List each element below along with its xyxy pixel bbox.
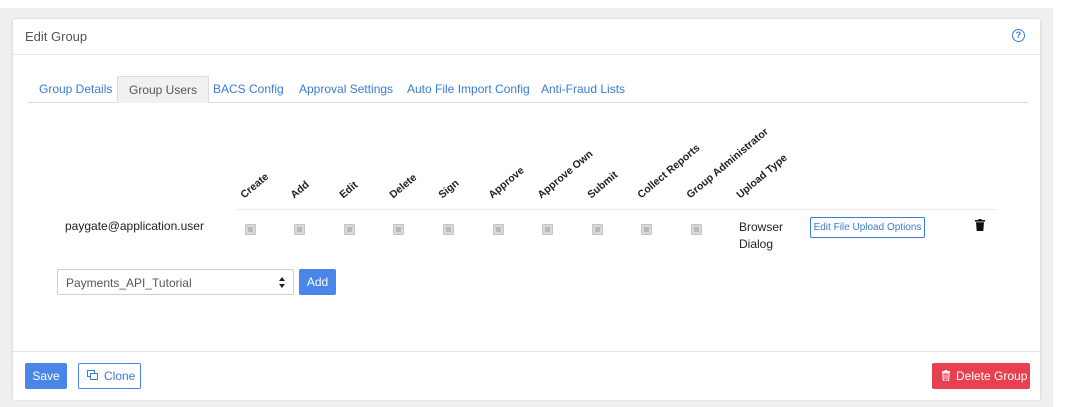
checkbox-create[interactable] bbox=[245, 224, 256, 235]
page-background: Edit Group ? Group Details Group Users B… bbox=[0, 8, 1053, 407]
delete-group-label: Delete Group bbox=[956, 369, 1028, 383]
clone-label: Clone bbox=[104, 369, 136, 383]
column-header-upload-type: Upload Type bbox=[734, 151, 790, 201]
edit-file-upload-options-button[interactable]: Edit File Upload Options bbox=[810, 217, 925, 238]
card-header: Edit Group ? bbox=[13, 19, 1040, 55]
edit-group-card: Edit Group ? Group Details Group Users B… bbox=[12, 18, 1041, 400]
column-header-edit: Edit bbox=[337, 179, 361, 201]
user-email: paygate@application.user bbox=[65, 219, 204, 233]
tab-bacs-config[interactable]: BACS Config bbox=[202, 76, 295, 103]
delete-group-button[interactable]: Delete Group bbox=[932, 363, 1030, 389]
checkbox-approve-own[interactable] bbox=[542, 224, 553, 235]
tab-bar: Group Details Group Users BACS Config Ap… bbox=[28, 76, 1028, 103]
select-arrows-icon bbox=[279, 277, 285, 288]
column-header-approve: Approve bbox=[486, 164, 527, 201]
clone-icon bbox=[87, 370, 98, 380]
tab-group-details[interactable]: Group Details bbox=[28, 76, 123, 103]
upload-type-value: Browser Dialog bbox=[739, 220, 784, 251]
checkbox-group-administrator[interactable] bbox=[691, 224, 702, 235]
checkbox-approve[interactable] bbox=[493, 224, 504, 235]
checkbox-delete[interactable] bbox=[393, 224, 404, 235]
tab-auto-file-import-config[interactable]: Auto File Import Config bbox=[396, 76, 541, 103]
column-header-submit: Submit bbox=[585, 168, 621, 201]
trash-icon[interactable] bbox=[975, 219, 985, 231]
checkbox-sign[interactable] bbox=[443, 224, 454, 235]
card-title: Edit Group bbox=[25, 29, 88, 44]
tab-group-users[interactable]: Group Users bbox=[117, 76, 210, 103]
save-button[interactable]: Save bbox=[25, 363, 67, 389]
group-select-value: Payments_API_Tutorial bbox=[66, 276, 192, 290]
column-header-delete: Delete bbox=[387, 171, 420, 201]
help-icon[interactable]: ? bbox=[1012, 29, 1025, 42]
checkbox-edit[interactable] bbox=[344, 224, 355, 235]
column-header-add: Add bbox=[288, 178, 312, 201]
column-header-sign: Sign bbox=[436, 177, 462, 201]
column-header-group-administrator: Group Administrator bbox=[684, 125, 771, 201]
add-user-button[interactable]: Add bbox=[299, 269, 336, 295]
checkbox-submit[interactable] bbox=[592, 224, 603, 235]
checkbox-collect-reports[interactable] bbox=[641, 224, 652, 235]
tab-approval-settings[interactable]: Approval Settings bbox=[288, 76, 404, 103]
group-select[interactable]: Payments_API_Tutorial bbox=[57, 269, 294, 295]
card-footer: Save Clone Delete Group bbox=[13, 351, 1040, 400]
tab-anti-fraud-lists[interactable]: Anti-Fraud Lists bbox=[530, 76, 636, 103]
clone-button[interactable]: Clone bbox=[78, 363, 141, 389]
header-divider bbox=[236, 209, 998, 210]
checkbox-add[interactable] bbox=[294, 224, 305, 235]
trash-icon bbox=[942, 370, 950, 381]
column-header-create: Create bbox=[238, 170, 272, 201]
